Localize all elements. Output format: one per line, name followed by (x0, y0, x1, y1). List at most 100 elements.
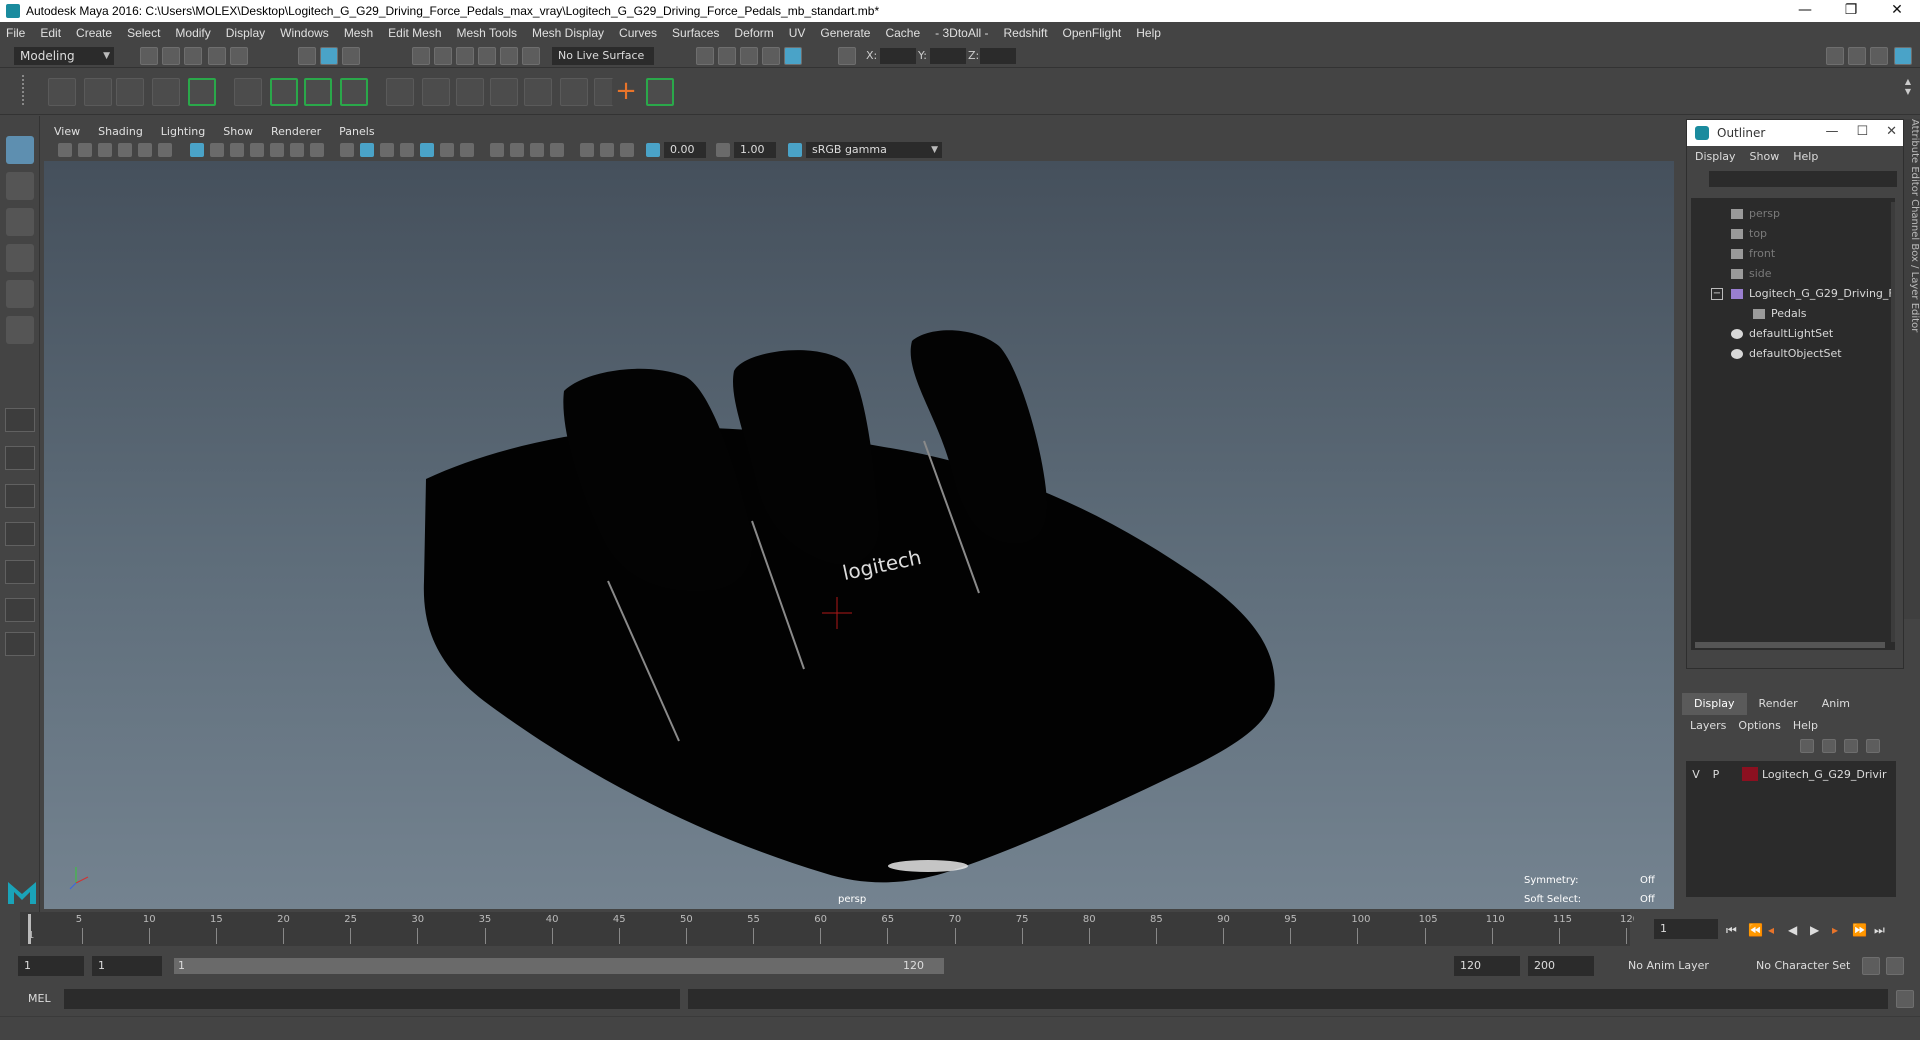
outliner-horizontal-scrollbar[interactable] (1695, 642, 1885, 648)
layer-row[interactable]: V P Logitech_G_G29_Drivir (1686, 765, 1896, 783)
menu-deform[interactable]: Deform (734, 26, 773, 40)
range-slider-bar[interactable]: 1 120 (174, 958, 944, 974)
ambient-occlusion-icon[interactable] (460, 143, 474, 157)
color-management-icon[interactable] (788, 143, 802, 157)
outliner-item-top[interactable]: top (1731, 224, 1767, 244)
color-space-select[interactable]: sRGB gamma ▼ (806, 142, 942, 158)
shelf-grid-icon[interactable] (234, 78, 262, 106)
z-input[interactable] (980, 48, 1016, 64)
snap-curve-icon[interactable] (434, 47, 452, 65)
exposure-icon[interactable] (646, 143, 660, 157)
save-scene-icon[interactable] (184, 47, 202, 65)
move-layer-down-icon[interactable] (1822, 739, 1836, 753)
two-d-pan-icon[interactable] (138, 143, 152, 157)
y-input[interactable] (930, 48, 966, 64)
wireframe-icon[interactable] (340, 143, 354, 157)
attribute-editor-icon[interactable] (1848, 47, 1866, 65)
modeling-toolkit-icon[interactable] (1826, 47, 1844, 65)
xray-components-icon[interactable] (620, 143, 634, 157)
menu-windows[interactable]: Windows (280, 26, 329, 40)
isolate-select-icon[interactable] (550, 143, 564, 157)
animation-preferences-icon[interactable] (1862, 957, 1880, 975)
panel-menu-show[interactable]: Show (223, 125, 253, 138)
minimize-button[interactable]: — (1782, 0, 1828, 22)
paint-select-tool-icon[interactable] (6, 208, 34, 236)
panel-menu-view[interactable]: View (54, 125, 80, 138)
go-to-end-icon[interactable]: ⏭ (1874, 923, 1885, 938)
layer-playback-toggle[interactable]: P (1706, 768, 1726, 781)
panel-menu-lighting[interactable]: Lighting (161, 125, 205, 138)
single-pane-layout-icon[interactable] (5, 408, 35, 432)
film-gate-icon[interactable] (210, 143, 224, 157)
restore-button[interactable]: ❐ (1828, 0, 1874, 22)
shelf-handle[interactable] (22, 75, 32, 105)
undo-icon[interactable] (208, 47, 226, 65)
two-pane-stacked-layout-icon[interactable] (5, 522, 35, 546)
live-surface-field[interactable]: No Live Surface (552, 47, 654, 65)
resolution-gate-icon[interactable] (230, 143, 244, 157)
shelf-measure-icon[interactable] (386, 78, 414, 106)
safe-action-icon[interactable] (290, 143, 304, 157)
xray-joints-icon[interactable] (600, 143, 614, 157)
x-input[interactable] (880, 48, 916, 64)
menu-display[interactable]: Display (226, 26, 265, 40)
playback-end-input[interactable]: 120 (1454, 956, 1520, 976)
exposure-input[interactable]: 0.00 (664, 142, 706, 158)
shelf-cube-icon[interactable] (304, 78, 332, 106)
end-time-input[interactable]: 200 (1528, 956, 1594, 976)
layer-menu-help[interactable]: Help (1793, 719, 1818, 732)
new-scene-icon[interactable] (140, 47, 158, 65)
gamma-icon[interactable] (716, 143, 730, 157)
menu-select[interactable]: Select (127, 26, 160, 40)
new-layer-from-selected-icon[interactable] (1866, 739, 1880, 753)
depth-of-field-icon[interactable] (530, 143, 544, 157)
lights-icon[interactable] (420, 143, 434, 157)
menu-3dtoall[interactable]: - 3DtoAll - (935, 26, 988, 40)
panel-menu-renderer[interactable]: Renderer (271, 125, 321, 138)
side-tabs[interactable]: Attribute Editor Channel Box / Layer Edi… (1904, 119, 1920, 619)
play-forwards-icon[interactable]: ▶ (1810, 923, 1819, 937)
outliner-menu-display[interactable]: Display (1695, 150, 1736, 163)
outliner-title-bar[interactable]: Outliner — ☐ ✕ (1687, 120, 1903, 146)
move-tool-icon[interactable] (6, 244, 34, 272)
outliner-menu-show[interactable]: Show (1750, 150, 1780, 163)
motion-blur-icon[interactable] (490, 143, 504, 157)
snap-grid-icon[interactable] (412, 47, 430, 65)
render-view-icon[interactable] (696, 47, 714, 65)
move-layer-up-icon[interactable] (1800, 739, 1814, 753)
shelf-cross-icon[interactable]: + (612, 78, 640, 106)
gate-mask-icon[interactable] (250, 143, 264, 157)
hypershade-icon[interactable] (784, 47, 802, 65)
snap-magnet-icon[interactable] (522, 47, 540, 65)
shelf-joint-icon[interactable] (646, 78, 674, 106)
menu-redshift[interactable]: Redshift (1004, 26, 1048, 40)
tool-settings-icon[interactable] (1870, 47, 1888, 65)
command-input[interactable] (64, 989, 680, 1009)
four-pane-layout-icon[interactable] (5, 446, 35, 470)
play-backwards-icon[interactable]: ◀ (1788, 923, 1797, 937)
outliner-scrollbar[interactable] (1891, 202, 1895, 642)
shelf-link-icon[interactable] (490, 78, 518, 106)
menu-curves[interactable]: Curves (619, 26, 657, 40)
camera-attributes-icon[interactable] (78, 143, 92, 157)
shadows-icon[interactable] (440, 143, 454, 157)
ipr-render-icon[interactable] (740, 47, 758, 65)
layer-menu-layers[interactable]: Layers (1690, 719, 1726, 732)
image-plane-icon[interactable] (118, 143, 132, 157)
snap-point-icon[interactable] (456, 47, 474, 65)
menu-surfaces[interactable]: Surfaces (672, 26, 719, 40)
menu-mesh-tools[interactable]: Mesh Tools (457, 26, 517, 40)
character-set-select[interactable]: No Character Set (1750, 956, 1874, 976)
menu-edit[interactable]: Edit (40, 26, 61, 40)
go-to-start-icon[interactable]: ⏮ (1726, 923, 1737, 938)
outliner-item-front[interactable]: front (1731, 244, 1775, 264)
outliner-item-side[interactable]: side (1731, 264, 1772, 284)
perspective-viewport[interactable]: logitech persp Symmetry: Off Soft Select… (44, 161, 1674, 909)
new-layer-icon[interactable] (1844, 739, 1858, 753)
shelf-select-icon[interactable] (188, 78, 216, 106)
shelf-lattice-icon[interactable] (340, 78, 368, 106)
menu-edit-mesh[interactable]: Edit Mesh (388, 26, 441, 40)
shelf-bend-icon[interactable] (456, 78, 484, 106)
menu-help[interactable]: Help (1136, 26, 1161, 40)
menu-file[interactable]: File (6, 26, 25, 40)
